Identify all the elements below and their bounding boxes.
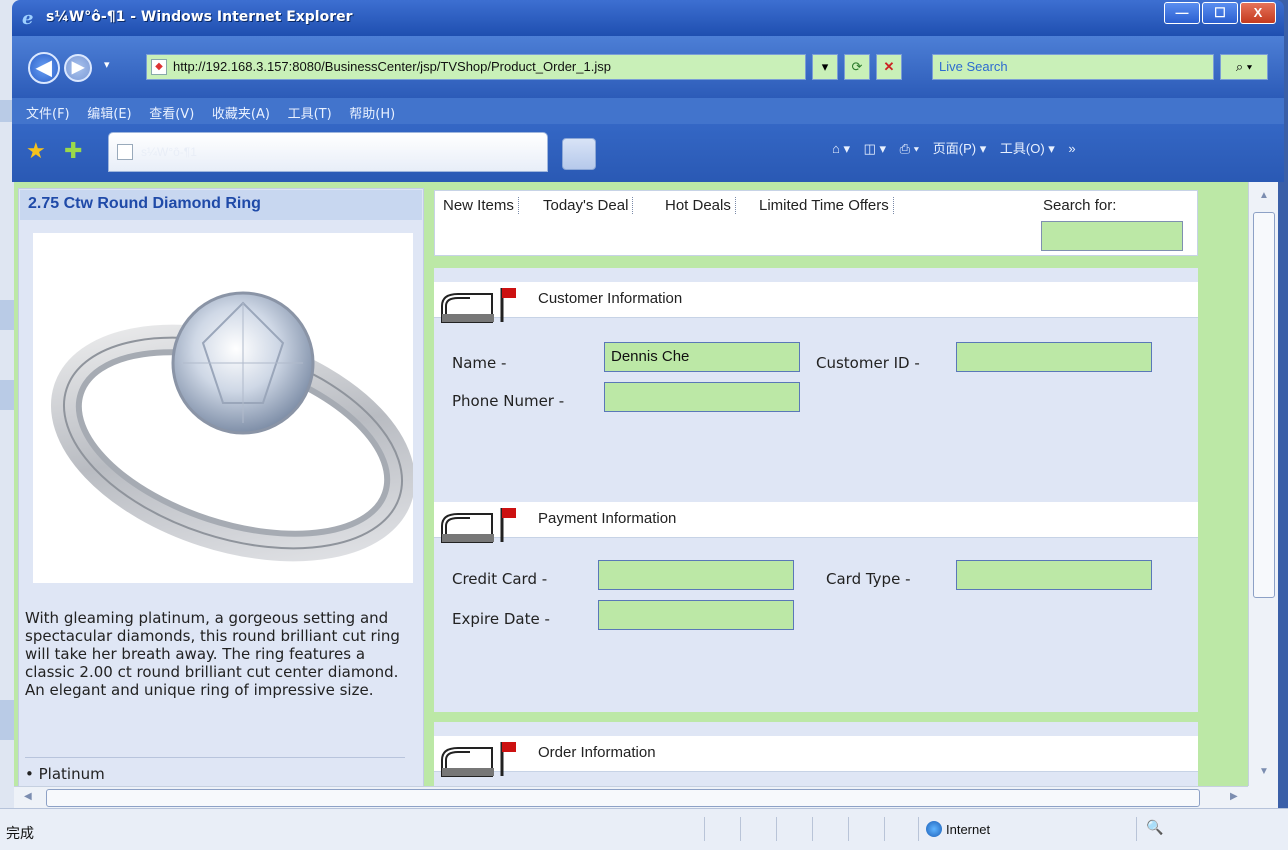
name-field[interactable]: Dennis Che (604, 342, 800, 372)
link-limited-time-offers[interactable]: Limited Time Offers (755, 197, 894, 214)
security-zone[interactable]: Internet (926, 821, 990, 837)
feeds-button[interactable]: ◫ ▾ (864, 141, 886, 156)
customer-information-section: Customer Information Name - Dennis Che C… (434, 268, 1198, 488)
link-new-items[interactable]: New Items (439, 197, 519, 214)
forward-button[interactable]: ▶ (64, 54, 92, 82)
command-bar: ⌂ ▾ ◫ ▾ ⎙ ▾ 页面(P) ▾ 工具(O) ▾ » (832, 138, 1086, 157)
mailbox-icon (441, 742, 516, 777)
search-for-input[interactable] (1041, 221, 1183, 251)
tools-menu-button[interactable]: 工具(O) ▾ (1000, 141, 1055, 156)
vertical-scrollbar[interactable]: ▲ ▼ (1248, 182, 1278, 786)
status-bar: 完成 Internet 🔍 (0, 808, 1288, 850)
diamond-ring-image (50, 291, 416, 562)
title-bar: e s¼W°ô-¶1 - Windows Internet Explorer —… (12, 0, 1284, 36)
scroll-corner (1248, 786, 1278, 808)
tab-title: s¼W°ô-¶1 (141, 145, 197, 159)
order-section-header: Order Information (434, 736, 1198, 777)
scroll-down-arrow-icon[interactable]: ▼ (1259, 766, 1269, 777)
new-tab-button[interactable] (562, 138, 596, 170)
ie-logo-icon: e (22, 8, 34, 29)
customer-section-title: Customer Information (538, 290, 683, 307)
zoom-icon[interactable]: 🔍 (1146, 819, 1163, 836)
print-button[interactable]: ⎙ ▾ (900, 141, 919, 156)
globe-icon (926, 821, 942, 837)
search-for-label: Search for: (1043, 197, 1117, 214)
product-panel: 2.75 Ctw Round Diamond Ring With gleamin… (18, 188, 424, 786)
home-button[interactable]: ⌂ ▾ (832, 141, 850, 156)
credit-card-label: Credit Card - (452, 570, 548, 588)
page-content: 2.75 Ctw Round Diamond Ring With gleamin… (14, 182, 1248, 786)
back-button[interactable]: ◀ (28, 52, 60, 84)
product-description: With gleaming platinum, a gorgeous setti… (25, 609, 400, 699)
close-button[interactable]: X (1240, 2, 1276, 24)
horizontal-scroll-thumb[interactable] (46, 789, 1200, 807)
search-go-button[interactable]: ⌕ ▾ (1220, 54, 1268, 80)
expire-date-field[interactable] (598, 600, 794, 630)
name-label: Name - (452, 354, 507, 372)
card-type-label: Card Type - (826, 570, 911, 588)
page-icon: ◆ (151, 59, 167, 75)
maximize-button[interactable]: ☐ (1202, 2, 1238, 24)
zone-label: Internet (946, 822, 991, 837)
history-dropdown-icon[interactable]: ▾ (104, 58, 110, 71)
description-divider (25, 757, 405, 758)
scroll-right-arrow-icon[interactable]: ▶ (1230, 791, 1238, 802)
scroll-left-arrow-icon[interactable]: ◀ (24, 791, 32, 802)
menu-help[interactable]: 帮助(H) (335, 98, 395, 122)
payment-section-title: Payment Information (538, 510, 677, 527)
product-feature-item: • Platinum (25, 765, 105, 783)
address-bar[interactable]: ◆ http://192.168.3.157:8080/BusinessCent… (146, 54, 806, 80)
vertical-scroll-thumb[interactable] (1253, 212, 1275, 598)
phone-field[interactable] (604, 382, 800, 412)
add-favorites-icon[interactable]: ✚ (64, 138, 82, 164)
favorites-star-icon[interactable]: ★ (26, 138, 46, 164)
payment-section-header: Payment Information (434, 502, 1198, 543)
address-dropdown-button[interactable]: ▾ (812, 54, 838, 80)
shop-links-bar: New Items Today's Deal Hot Deals Limited… (434, 190, 1198, 256)
more-commands-button[interactable]: » (1068, 141, 1075, 156)
order-information-section: Order Information (434, 722, 1198, 786)
expire-date-label: Expire Date - (452, 610, 550, 628)
live-search-input[interactable]: Live Search (932, 54, 1214, 80)
menu-favorites[interactable]: 收藏夹(A) (198, 98, 270, 122)
minimize-button[interactable]: — (1164, 2, 1200, 24)
scroll-up-arrow-icon[interactable]: ▲ (1259, 190, 1269, 201)
order-section-title: Order Information (538, 744, 656, 761)
menu-tools[interactable]: 工具(T) (274, 98, 332, 122)
credit-card-field[interactable] (598, 560, 794, 590)
card-type-field[interactable] (956, 560, 1152, 590)
product-image (33, 233, 416, 583)
navigation-bar: ◀ ▶ ▾ ◆ http://192.168.3.157:8080/Busine… (12, 36, 1284, 98)
product-title: 2.75 Ctw Round Diamond Ring (20, 190, 422, 220)
customer-section-header: Customer Information (434, 282, 1198, 323)
customer-id-label: Customer ID - (816, 354, 920, 372)
refresh-button[interactable]: ⟳ (844, 54, 870, 80)
tab-current[interactable]: s¼W°ô-¶1 (108, 132, 548, 172)
page-menu-button[interactable]: 页面(P) ▾ (933, 141, 986, 156)
payment-information-section: Payment Information Credit Card - Card T… (434, 488, 1198, 712)
window-title: s¼W°ô-¶1 - Windows Internet Explorer (46, 9, 353, 25)
mailbox-icon (441, 288, 516, 323)
link-todays-deal[interactable]: Today's Deal (539, 197, 634, 214)
tab-bar: ★ ✚ s¼W°ô-¶1 ⌂ ▾ ◫ ▾ ⎙ ▾ 页面(P) ▾ 工具(O) ▾… (12, 124, 1284, 182)
address-url: http://192.168.3.157:8080/BusinessCenter… (173, 59, 611, 74)
menu-bar: 文件(F) 编辑(E) 查看(V) 收藏夹(A) 工具(T) 帮助(H) (12, 98, 1284, 124)
menu-file[interactable]: 文件(F) (12, 98, 70, 122)
customer-id-field[interactable] (956, 342, 1152, 372)
menu-edit[interactable]: 编辑(E) (73, 98, 131, 122)
phone-label: Phone Numer - (452, 392, 565, 410)
mailbox-icon (441, 508, 516, 543)
horizontal-scrollbar[interactable]: ◀ ▶ (14, 786, 1248, 808)
link-hot-deals[interactable]: Hot Deals (661, 197, 736, 214)
tab-page-icon (117, 144, 133, 160)
stop-button[interactable]: ✕ (876, 54, 902, 80)
status-text: 完成 (6, 826, 34, 842)
menu-view[interactable]: 查看(V) (135, 98, 194, 122)
